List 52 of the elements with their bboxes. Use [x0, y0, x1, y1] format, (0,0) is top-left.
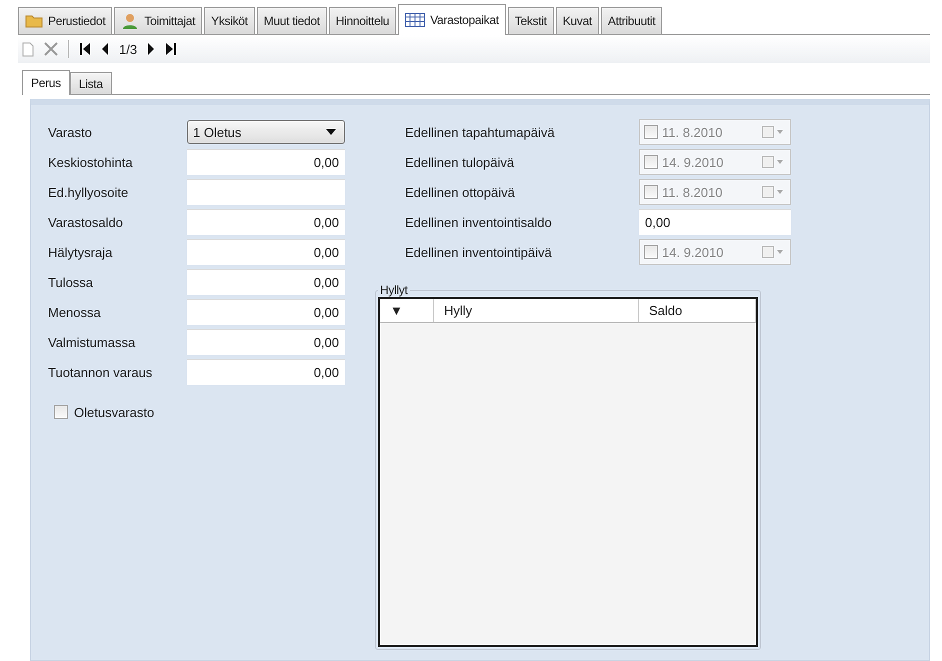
field-label: Keskiostohinta	[48, 154, 134, 172]
field-label: Tulossa	[48, 274, 94, 292]
field-label: Hälytysraja	[48, 244, 114, 262]
field-label: Edellinen tulopäivä	[405, 154, 516, 172]
tab[interactable]: Varastopaikat	[398, 4, 506, 35]
first-record-icon[interactable]	[79, 42, 91, 56]
tab[interactable]: Toimittajat	[114, 7, 202, 34]
field-label: Edellinen inventointipäivä	[405, 244, 553, 262]
input-field[interactable]: 0,00	[187, 239, 345, 265]
new-document-icon[interactable]	[22, 42, 34, 56]
tab[interactable]: Perus	[22, 70, 70, 95]
input-field[interactable]: 0,00	[187, 299, 345, 325]
person-icon	[121, 12, 140, 30]
field-label: Varasto	[48, 124, 93, 142]
folder-icon	[25, 14, 43, 28]
tab[interactable]: Perustiedot	[18, 7, 112, 34]
input-field[interactable]: 0,00	[187, 209, 345, 235]
tab[interactable]: Hinnoittelu	[328, 7, 396, 34]
field-label: Tuotannon varaus	[48, 364, 154, 382]
table-icon	[405, 13, 426, 27]
dropdown[interactable]: 1 Oletus	[187, 120, 345, 144]
field-label: Varastosaldo	[48, 214, 124, 232]
checkbox[interactable]	[54, 405, 68, 419]
caret-icon[interactable]	[326, 129, 336, 135]
previous-record-icon[interactable]	[101, 42, 109, 56]
column-header[interactable]: Hylly	[434, 299, 639, 322]
tab[interactable]: Kuvat	[556, 7, 599, 34]
input-field[interactable]: 0,00	[639, 209, 791, 235]
tab[interactable]: Attribuutit	[600, 7, 662, 34]
input-field[interactable]: 0,00	[187, 329, 345, 355]
input-field[interactable]: 0,00	[187, 359, 345, 385]
checkbox-label: Oletusvarasto	[74, 404, 154, 422]
delete-icon[interactable]	[44, 42, 58, 56]
record-counter: 1/3	[119, 42, 138, 56]
tab[interactable]: Tekstit	[508, 7, 554, 34]
field-label: Ed.hyllyosoite	[48, 184, 130, 202]
field-label: Menossa	[48, 304, 102, 322]
filter-glyph[interactable]: ▼	[380, 299, 434, 322]
input-field[interactable]	[187, 179, 345, 205]
group-title: Hyllyt	[379, 283, 409, 297]
tab[interactable]: Yksiköt	[204, 7, 255, 34]
tab[interactable]: Muut tiedot	[256, 7, 327, 34]
next-record-icon[interactable]	[147, 42, 156, 56]
tab[interactable]: Lista	[70, 72, 112, 94]
column-header[interactable]: Saldo	[639, 299, 756, 322]
input-field[interactable]: 0,00	[187, 149, 345, 175]
field-label: Edellinen ottopäivä	[405, 184, 516, 202]
input-field[interactable]: 0,00	[187, 269, 345, 295]
last-record-icon[interactable]	[165, 42, 178, 56]
field-label: Edellinen tapahtumapäivä	[405, 124, 556, 142]
field-label: Edellinen inventointisaldo	[405, 214, 553, 232]
field-label: Valmistumassa	[48, 334, 136, 352]
